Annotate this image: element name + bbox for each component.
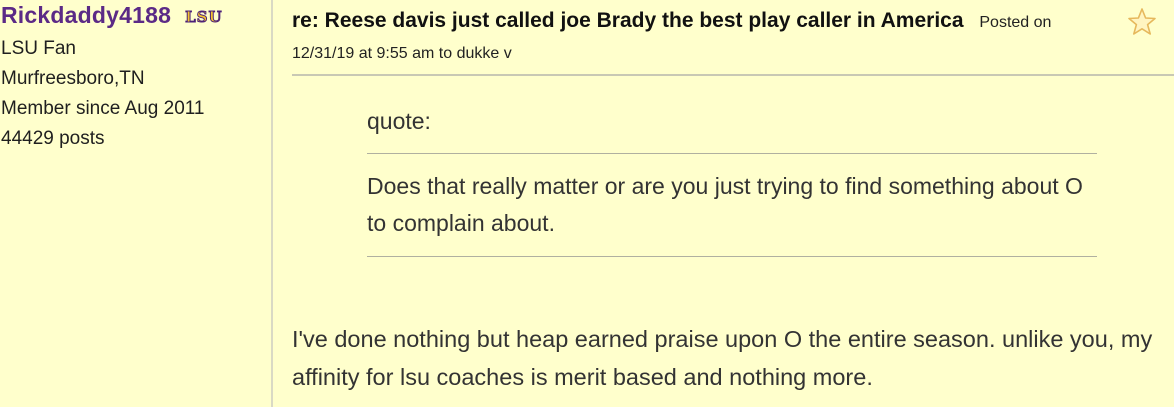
post-body: I've done nothing but heap earned praise… [292,326,1153,390]
quote-top-rule [367,153,1097,154]
author-header: Rickdaddy4188 LSU [1,2,224,29]
quote-label: quote: [367,108,431,134]
author-location: Murfreesboro,TN [1,68,145,89]
lsu-logo: LSU [185,7,223,26]
post-header-divider [292,74,1174,76]
sidebar-divider [271,0,273,407]
quote-bottom-rule [367,256,1097,257]
author-username-link[interactable]: Rickdaddy4188 [1,2,171,29]
author-sidebar: Rickdaddy4188 LSU LSU Fan Murfreesboro,T… [0,0,271,407]
post-title: re: Reese davis just called joe Brady th… [292,9,964,32]
star-icon[interactable] [1127,7,1157,37]
author-fan-of: LSU Fan [1,38,76,59]
post-header: re: Reese davis just called joe Brady th… [292,6,1052,68]
author-post-count: 44429 posts [1,128,105,149]
quote-text: Does that really matter or are you just … [367,173,1083,236]
author-member-since: Member since Aug 2011 [1,98,205,119]
